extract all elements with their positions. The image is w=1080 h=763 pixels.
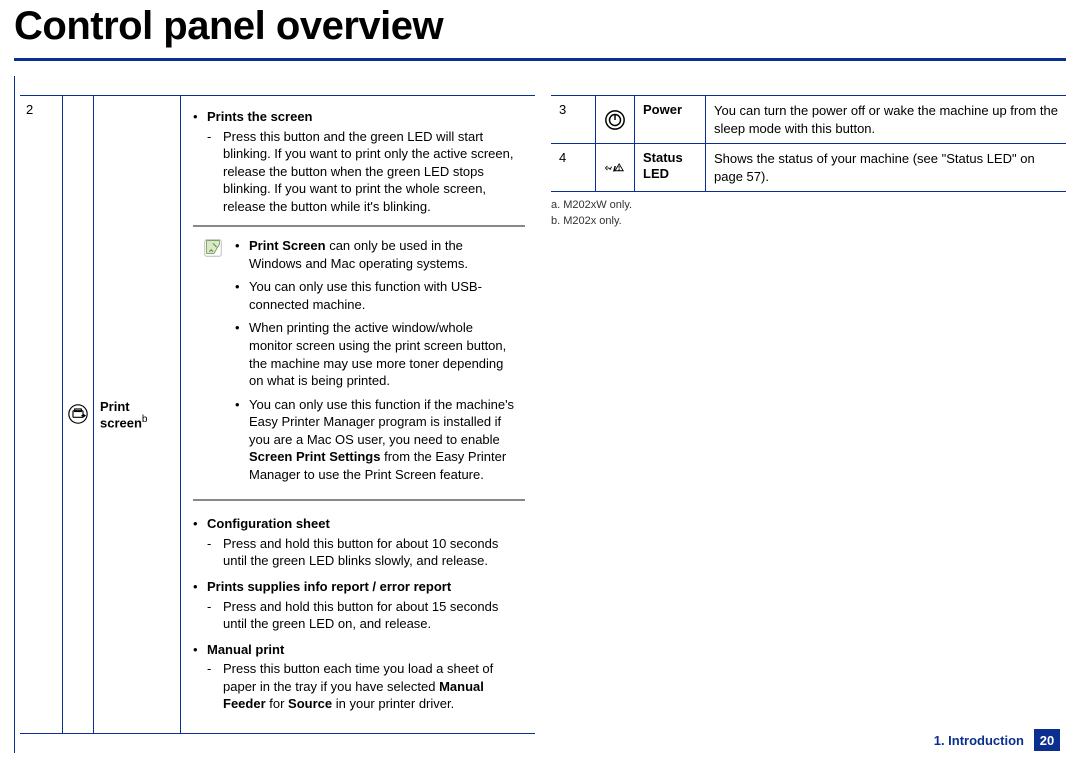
footnotes: a. M202xW only. b. M202x only. [551, 198, 1066, 229]
section-title: Configuration sheet [207, 516, 330, 531]
bold-text: Source [288, 696, 332, 711]
row-name-line1: Print [100, 399, 174, 414]
text: in your printer driver. [332, 696, 454, 711]
row-name: Power [635, 96, 706, 143]
table-row: 3 Power You can turn the power off or wa… [551, 95, 1066, 143]
print-screen-icon [63, 96, 94, 733]
section-title: Prints the screen [207, 109, 313, 124]
divider [14, 58, 1066, 61]
row-name-line1: Status [643, 150, 697, 166]
page-number: 20 [1034, 729, 1060, 751]
row-name-line2: screenb [100, 414, 174, 430]
section-prints-the-screen: Prints the screen Press this button and … [193, 108, 525, 215]
note-box: Print Screen can only be used in the Win… [193, 225, 525, 501]
note-item: You can only use this function if the ma… [235, 396, 517, 484]
note-text: You can only use this function if the ma… [249, 397, 514, 447]
list-item: Press and hold this button for about 15 … [207, 598, 525, 633]
section-title: Prints supplies info report / error repo… [207, 579, 451, 594]
note-item: When printing the active window/whole mo… [235, 319, 517, 389]
footer: 1. Introduction 20 [934, 729, 1060, 751]
page-title: Control panel overview [14, 0, 1080, 49]
note-item: Print Screen can only be used in the Win… [235, 237, 517, 272]
row-body: You can turn the power off or wake the m… [706, 96, 1066, 143]
footnote-a: a. M202xW only. [551, 198, 1066, 213]
row-name: Print screenb [94, 96, 181, 733]
status-led-icon: / [596, 144, 635, 191]
footnote-b: b. M202x only. [551, 214, 1066, 229]
left-table-row: 2 Print screenb [20, 95, 535, 734]
power-icon [596, 96, 635, 143]
note-item: You can only use this function with USB-… [235, 278, 517, 313]
row-body: Prints the screen Press this button and … [181, 96, 535, 733]
table-row: 4 / Status LED Shows t [551, 143, 1066, 191]
text: for [266, 696, 288, 711]
list-item: Press and hold this button for about 10 … [207, 535, 525, 570]
right-table: 3 Power You can turn the power off or wa… [551, 95, 1066, 192]
list-item: Press this button and the green LED will… [207, 128, 525, 216]
footnote-ref: b [142, 414, 148, 425]
row-name: Status LED [635, 144, 706, 191]
left-rule [14, 76, 15, 753]
section-supplies-report: Prints supplies info report / error repo… [193, 578, 525, 633]
row-body: Shows the status of your machine (see "S… [706, 144, 1066, 191]
row-number: 4 [551, 144, 596, 191]
right-column: 3 Power You can turn the power off or wa… [551, 95, 1066, 723]
section-manual-print: Manual print Press this button each time… [193, 641, 525, 713]
row-name-line2: LED [643, 166, 697, 182]
chapter-label: 1. Introduction [934, 733, 1024, 748]
svg-text:/: / [614, 165, 616, 172]
section-configuration-sheet: Configuration sheet Press and hold this … [193, 515, 525, 570]
row-number: 3 [551, 96, 596, 143]
list-item: Press this button each time you load a s… [207, 660, 525, 713]
section-title: Manual print [207, 642, 284, 657]
row-number: 2 [20, 96, 63, 733]
left-column: 2 Print screenb [20, 95, 535, 723]
note-icon [201, 235, 225, 489]
note-bold: Screen Print Settings [249, 449, 380, 464]
note-bold: Print Screen [249, 238, 326, 253]
